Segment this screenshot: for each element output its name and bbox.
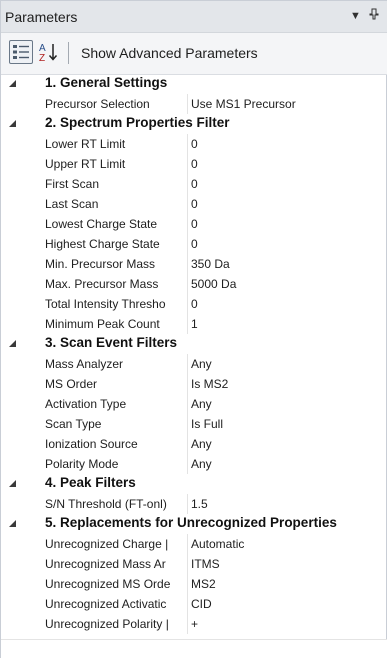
property-name[interactable]: Last Scan [45, 194, 188, 214]
property-value[interactable]: + [191, 614, 381, 634]
category-label: 2. Spectrum Properties Filter [45, 115, 230, 130]
property-name[interactable]: Max. Precursor Mass [45, 274, 188, 294]
property-name[interactable]: Precursor Selection [45, 94, 188, 114]
property-row[interactable]: First Scan 0 [1, 174, 387, 194]
category-label: 4. Peak Filters [45, 475, 136, 490]
sort-az-icon[interactable]: A Z [37, 40, 61, 64]
property-value[interactable]: 0 [191, 154, 381, 174]
toolbar-separator [68, 42, 69, 64]
property-row[interactable]: Lowest Charge State 0 [1, 214, 387, 234]
property-row[interactable]: Last Scan 0 [1, 194, 387, 214]
property-row[interactable]: Lower RT Limit 0 [1, 134, 387, 154]
property-value[interactable]: Any [191, 394, 381, 414]
property-name[interactable]: Highest Charge State [45, 234, 188, 254]
description-area [1, 639, 387, 659]
property-row[interactable]: Unrecognized MS Orde MS2 [1, 574, 387, 594]
categorized-view-icon[interactable] [9, 40, 33, 64]
category-label: 1. General Settings [45, 75, 168, 90]
property-row[interactable]: Min. Precursor Mass 350 Da [1, 254, 387, 274]
property-row[interactable]: Unrecognized Mass Ar ITMS [1, 554, 387, 574]
property-value[interactable]: Is MS2 [191, 374, 381, 394]
property-value[interactable]: 0 [191, 194, 381, 214]
property-row[interactable]: Unrecognized Activatic CID [1, 594, 387, 614]
property-name[interactable]: Unrecognized Polarity | [45, 614, 188, 634]
property-row[interactable]: Total Intensity Thresho 0 [1, 294, 387, 314]
category-row[interactable]: 3. Scan Event Filters [1, 334, 387, 354]
property-name[interactable]: Scan Type [45, 414, 188, 434]
property-row[interactable]: Polarity Mode Any [1, 454, 387, 474]
property-value[interactable]: 0 [191, 134, 381, 154]
property-name[interactable]: Unrecognized MS Orde [45, 574, 188, 594]
expander-triangle-icon[interactable] [7, 78, 19, 90]
category-row[interactable]: 1. General Settings [1, 74, 387, 94]
property-name[interactable]: Lower RT Limit [45, 134, 188, 154]
property-grid: 1. General Settings Precursor Selection Us… [1, 74, 387, 634]
property-name[interactable]: Unrecognized Activatic [45, 594, 188, 614]
category-label: 3. Scan Event Filters [45, 335, 178, 350]
property-value[interactable]: 0 [191, 214, 381, 234]
property-row[interactable]: Precursor Selection Use MS1 Precursor [1, 94, 387, 114]
property-value[interactable]: 1.5 [191, 494, 381, 514]
expander-triangle-icon[interactable] [7, 478, 19, 490]
property-name[interactable]: Lowest Charge State [45, 214, 188, 234]
property-value[interactable]: ITMS [191, 554, 381, 574]
property-name[interactable]: Activation Type [45, 394, 188, 414]
panel-titlebar: Parameters ▼ [1, 1, 387, 33]
property-name[interactable]: Polarity Mode [45, 454, 188, 474]
property-value[interactable]: MS2 [191, 574, 381, 594]
svg-text:Z: Z [39, 53, 45, 64]
parameters-panel: Parameters ▼ A Z Show Advanced Parameter… [0, 0, 387, 659]
property-row[interactable]: Scan Type Is Full [1, 414, 387, 434]
property-value[interactable]: Any [191, 354, 381, 374]
expander-triangle-icon[interactable] [7, 338, 19, 350]
property-name[interactable]: Min. Precursor Mass [45, 254, 188, 274]
property-value[interactable]: Automatic [191, 534, 381, 554]
property-name[interactable]: Unrecognized Mass Ar [45, 554, 188, 574]
property-row[interactable]: Ionization Source Any [1, 434, 387, 454]
property-value[interactable]: Any [191, 454, 381, 474]
property-row[interactable]: Unrecognized Polarity | + [1, 614, 387, 634]
property-row[interactable]: Minimum Peak Count 1 [1, 314, 387, 334]
property-name[interactable]: Ionization Source [45, 434, 188, 454]
property-name[interactable]: Unrecognized Charge | [45, 534, 188, 554]
category-row[interactable]: 5. Replacements for Unrecognized Propert… [1, 514, 387, 534]
property-value[interactable]: 350 Da [191, 254, 381, 274]
property-name[interactable]: MS Order [45, 374, 188, 394]
property-value[interactable]: 0 [191, 174, 381, 194]
property-row[interactable]: MS Order Is MS2 [1, 374, 387, 394]
expander-triangle-icon[interactable] [7, 118, 19, 130]
property-value[interactable]: 5000 Da [191, 274, 381, 294]
show-advanced-parameters-button[interactable]: Show Advanced Parameters [75, 41, 264, 65]
pin-icon[interactable] [369, 8, 379, 22]
expander-triangle-icon[interactable] [7, 518, 19, 530]
property-value[interactable]: Any [191, 434, 381, 454]
category-row[interactable]: 2. Spectrum Properties Filter [1, 114, 387, 134]
property-name[interactable]: Upper RT Limit [45, 154, 188, 174]
property-name[interactable]: First Scan [45, 174, 188, 194]
property-value[interactable]: Is Full [191, 414, 381, 434]
property-name[interactable]: Total Intensity Thresho [45, 294, 188, 314]
category-label: 5. Replacements for Unrecognized Propert… [45, 515, 337, 530]
property-row[interactable]: Upper RT Limit 0 [1, 154, 387, 174]
property-value[interactable]: Use MS1 Precursor [191, 94, 381, 114]
panel-toolbar: A Z Show Advanced Parameters [1, 33, 387, 75]
property-row[interactable]: S/N Threshold (FT-onl) 1.5 [1, 494, 387, 514]
property-row[interactable]: Highest Charge State 0 [1, 234, 387, 254]
category-row[interactable]: 4. Peak Filters [1, 474, 387, 494]
panel-title: Parameters [5, 9, 78, 25]
property-name[interactable]: Minimum Peak Count [45, 314, 188, 334]
property-name[interactable]: S/N Threshold (FT-onl) [45, 494, 188, 514]
property-row[interactable]: Activation Type Any [1, 394, 387, 414]
panel-dropdown-icon[interactable]: ▼ [350, 10, 361, 22]
property-value[interactable]: CID [191, 594, 381, 614]
property-row[interactable]: Mass Analyzer Any [1, 354, 387, 374]
property-value[interactable]: 0 [191, 234, 381, 254]
property-value[interactable]: 0 [191, 294, 381, 314]
property-value[interactable]: 1 [191, 314, 381, 334]
property-row[interactable]: Max. Precursor Mass 5000 Da [1, 274, 387, 294]
property-name[interactable]: Mass Analyzer [45, 354, 188, 374]
property-row[interactable]: Unrecognized Charge | Automatic [1, 534, 387, 554]
